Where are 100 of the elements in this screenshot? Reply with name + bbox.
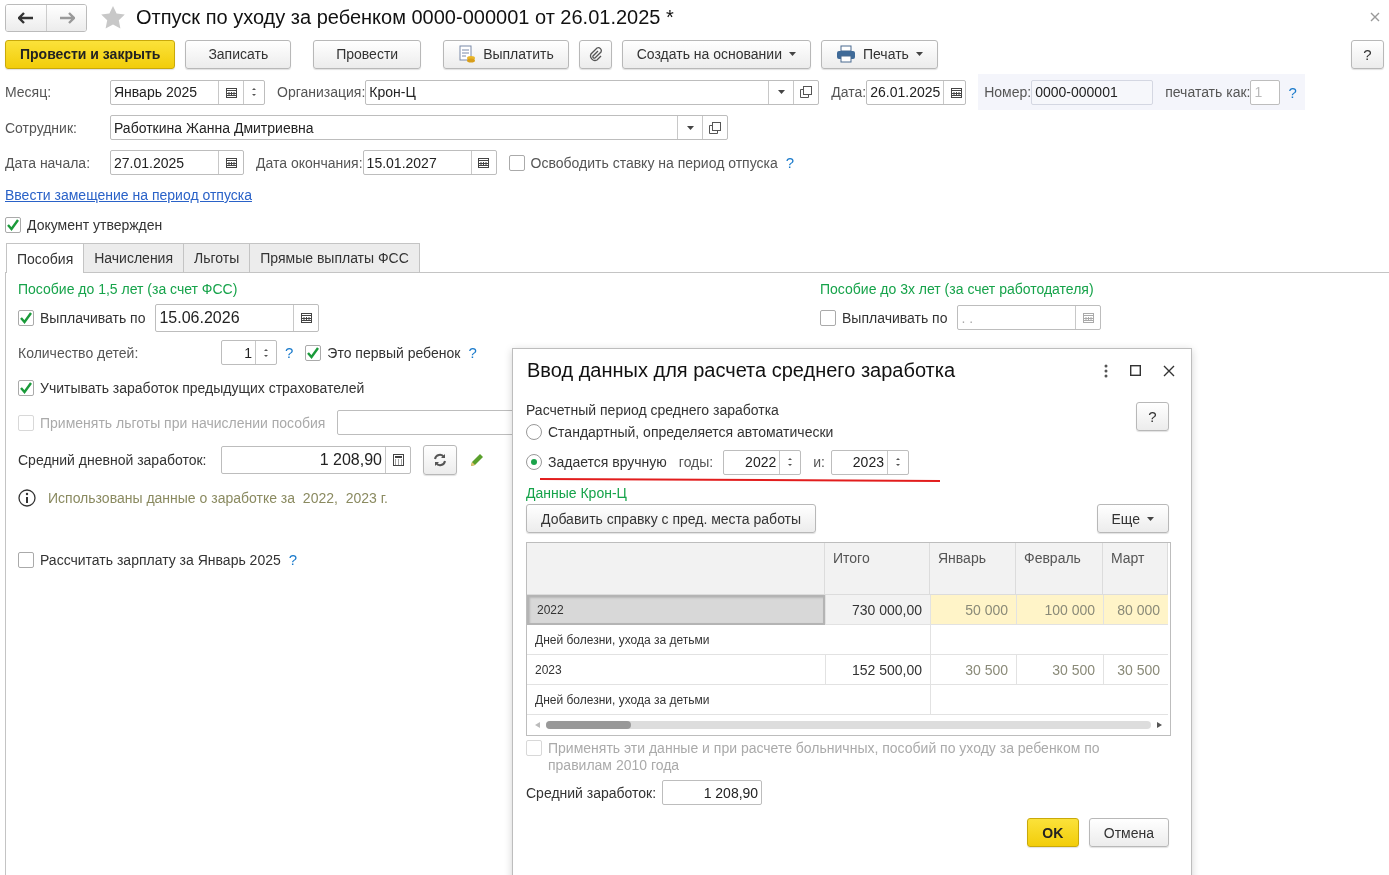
year-to-field[interactable]: 2023 (830, 449, 909, 475)
checkbox[interactable] (305, 344, 322, 361)
field-label: Дата: (831, 84, 867, 100)
checkbox-label: Применять льготы при начислении пособия (40, 414, 326, 431)
year-from-field[interactable]: 2022 (723, 449, 802, 475)
add-certificate-button[interactable]: Добавить справку с пред. места работы (526, 504, 817, 533)
back-button[interactable] (6, 4, 46, 31)
info-icon (18, 488, 36, 507)
pay-until-field[interactable]: 15.06.2026 (155, 303, 320, 332)
section-title: Пособие до 3х лет (за счет работодателя) (820, 280, 1095, 299)
document-coins-icon (458, 45, 477, 63)
checkbox[interactable] (18, 309, 34, 326)
more-icon[interactable] (1104, 363, 1108, 378)
section-title: Пособие до 1,5 лет (за счет ФСС) (18, 280, 239, 299)
row-label: Дней болезни, ухода за детьми (527, 625, 1168, 655)
help-button[interactable]: ? (1136, 402, 1169, 431)
caret-icon (915, 52, 923, 56)
date-field[interactable]: 26.01.2025 (866, 79, 967, 105)
toolbar-button[interactable]: Записать (185, 39, 292, 69)
radio-label: Задается вручную (548, 454, 667, 470)
maximize-icon[interactable] (1130, 365, 1141, 376)
checkbox-label: Учитывать заработок предыдущих страхователей (40, 379, 365, 396)
more-button[interactable]: Еще (1096, 504, 1169, 533)
checkbox[interactable] (18, 379, 34, 396)
pencil-icon[interactable] (469, 452, 485, 468)
year-cell[interactable]: 2022 (527, 595, 825, 625)
organization-field[interactable]: Крон-Ц (365, 79, 820, 105)
dialog-title: Ввод данных для расчета среднего заработка (527, 359, 957, 382)
caret-icon (788, 52, 796, 56)
help-link[interactable]: ? (785, 154, 795, 171)
checkbox-label: Освободить ставку на период отпуска (530, 154, 778, 171)
tab[interactable]: Льготы (183, 243, 251, 272)
pay-button[interactable]: Выплатить (443, 39, 569, 69)
tab[interactable]: Прямые выплаты ФСС (249, 243, 420, 272)
help-link[interactable]: ? (468, 344, 477, 361)
field-label: Месяц: (5, 84, 53, 100)
checkbox[interactable] (18, 551, 34, 568)
arrow-right-icon (58, 11, 75, 24)
field-label: Средний дневной заработок: (18, 452, 208, 468)
checkbox[interactable] (5, 217, 21, 233)
month-field[interactable]: Январь 2025 (110, 79, 265, 105)
field-label: и: (813, 454, 825, 470)
row-label: Дней болезни, ухода за детьми (527, 685, 1168, 715)
help-link[interactable]: ? (288, 551, 298, 568)
create-based-on-button[interactable]: Создать на основании (621, 39, 811, 69)
year-cell[interactable]: 2023 (527, 655, 825, 685)
scroll-left-icon[interactable] (535, 722, 540, 728)
checkbox[interactable] (820, 309, 836, 326)
checkbox-label: Документ утвержден (27, 217, 163, 233)
field-label: годы: (678, 454, 714, 470)
help-link[interactable]: ? (1288, 83, 1297, 101)
checkbox-label: Выплачивать по (40, 309, 146, 326)
tab[interactable]: Начисления (83, 243, 184, 272)
printer-icon (835, 45, 856, 63)
end-date-field[interactable]: 15.01.2027 (362, 150, 497, 175)
post-and-close-button[interactable]: Провести и закрыть (5, 39, 176, 69)
info-text: Использованы данные о заработке за 2022, 2023 г. (48, 489, 388, 506)
number-field[interactable]: 0000-000001 (1031, 79, 1154, 105)
field-label: Сотрудник: (5, 119, 78, 136)
children-count-field[interactable]: 1 (221, 340, 277, 365)
month-cell[interactable]: 30 500 (1016, 655, 1103, 685)
scroll-right-icon[interactable] (1157, 722, 1162, 728)
employee-field[interactable]: Работкина Жанна Дмитриевна (110, 115, 728, 140)
print-button[interactable]: Печать (820, 39, 938, 69)
print-as-field[interactable]: 1 (1250, 79, 1281, 105)
window-title: Отпуск по уходу за ребенком 0000-000001 от 26.01.2025 * (136, 5, 674, 29)
cancel-button[interactable]: Отмена (1088, 818, 1169, 847)
arrow-left-icon (18, 11, 34, 24)
ok-button[interactable]: OK (1026, 818, 1079, 847)
start-date-field[interactable]: 27.01.2025 (110, 150, 244, 175)
section-label: Расчетный период среднего заработка (526, 401, 779, 418)
replacement-link[interactable]: Ввести замещение на период отпуска (5, 187, 252, 203)
average-daily-earnings-field[interactable]: 1 208,90 (221, 446, 411, 474)
month-cell[interactable]: 30 500 (930, 655, 1016, 685)
field-label: Дата начала: (5, 154, 92, 171)
star-icon[interactable] (100, 4, 126, 30)
field-label: Дата окончания: (256, 154, 363, 171)
refresh-button[interactable] (423, 445, 457, 475)
radio-button[interactable] (526, 424, 542, 440)
total-cell: 152 500,00 (825, 655, 930, 685)
column-header: Февраль (1016, 543, 1103, 595)
help-link[interactable]: ? (285, 344, 294, 361)
checkbox-label: Рассчитать зарплату за Январь 2025 (40, 551, 281, 568)
toolbar-button[interactable]: Провести (313, 39, 422, 69)
checkbox-label: Применять эти данные и при расчете больничных, пособий по уходу за ребенком по правилам 2010 года (548, 740, 1101, 774)
checkbox-label: Выплачивать по (842, 309, 948, 326)
month-cell[interactable]: 30 500 (1103, 655, 1168, 685)
field-label: Номер: (984, 84, 1032, 100)
help-button[interactable]: ? (1351, 39, 1384, 69)
column-header: Январь (930, 543, 1016, 595)
total-cell: 730 000,00 (825, 595, 930, 625)
tab[interactable]: Пособия (6, 243, 85, 273)
attach-button[interactable] (578, 39, 612, 69)
paperclip-icon (587, 46, 604, 62)
radio-button[interactable] (526, 454, 542, 470)
caret-icon (1147, 516, 1154, 521)
average-earnings-field[interactable]: 1 208,90 (662, 780, 763, 805)
field-label: Количество детей: (18, 344, 140, 361)
checkbox[interactable] (508, 154, 525, 171)
close-icon[interactable] (1163, 364, 1175, 377)
